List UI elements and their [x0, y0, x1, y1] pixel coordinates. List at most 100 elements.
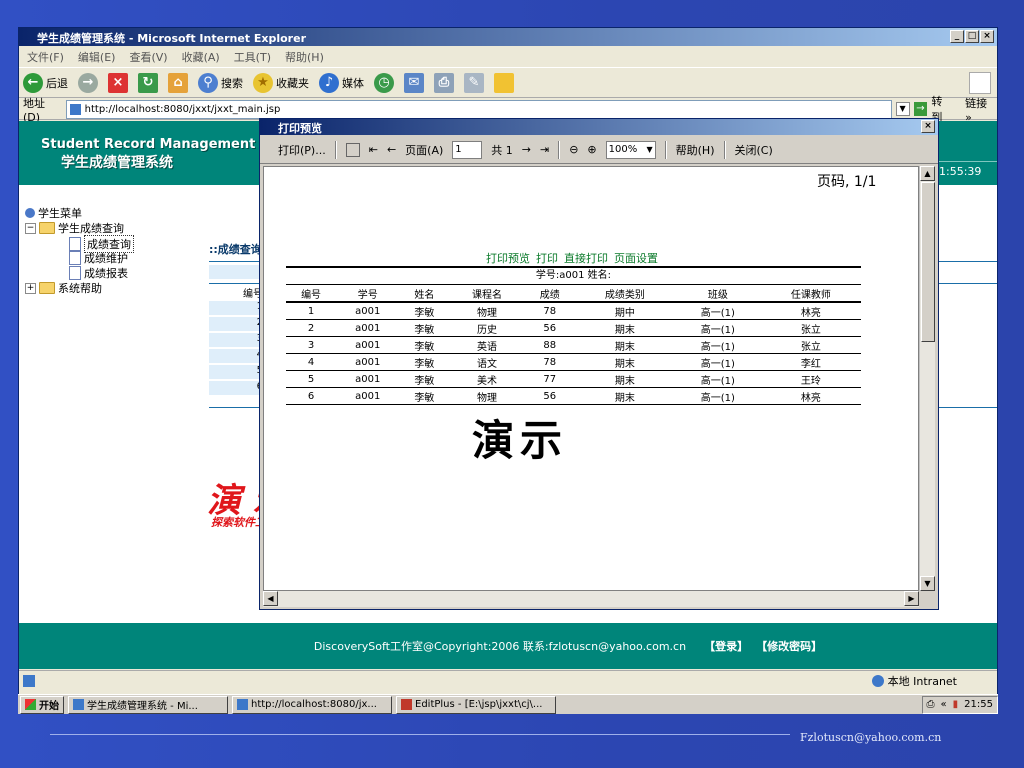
- maximize-button[interactable]: □: [965, 30, 979, 43]
- taskbar: 开始 学生成绩管理系统 - Mi... http://localhost:808…: [18, 694, 998, 714]
- ie-title-bar: 学生成绩管理系统 - Microsoft Internet Explorer _…: [19, 28, 997, 46]
- address-bar: 地址(D) http://localhost:8080/jxxt/jxxt_ma…: [19, 95, 997, 124]
- menu-edit[interactable]: 编辑(E): [78, 49, 116, 66]
- printer-icon[interactable]: ⎙: [927, 699, 935, 710]
- document-icon: [69, 266, 81, 280]
- scroll-left-icon[interactable]: ◀: [263, 591, 278, 606]
- cell: 高一(1): [675, 387, 761, 405]
- cell: 李敏: [399, 302, 450, 320]
- menu-help[interactable]: 帮助(H): [285, 49, 324, 66]
- print-preview-close-icon[interactable]: ×: [921, 120, 935, 133]
- back-button[interactable]: ← 后退: [23, 72, 68, 93]
- print-icon[interactable]: ⎙: [434, 72, 454, 93]
- document-icon: [69, 251, 81, 265]
- horizontal-scrollbar[interactable]: ◀ ▶: [263, 591, 919, 607]
- vertical-scrollbar[interactable]: ▲ ▼: [919, 166, 935, 591]
- tree-group-help[interactable]: + 系统帮助: [25, 280, 102, 296]
- scroll-right-icon[interactable]: ▶: [904, 591, 919, 606]
- table-header-row: 编号 学号 姓名 课程名 成绩 成绩类别 班级 任课教师: [286, 285, 861, 303]
- minimize-button[interactable]: _: [950, 30, 964, 43]
- cell: 英语: [449, 336, 525, 354]
- next-page-icon[interactable]: →: [522, 143, 531, 156]
- table-row: 2 a001 李敏 历史 56 期末 高一(1) 张立: [286, 319, 861, 337]
- forward-button[interactable]: →: [78, 72, 98, 93]
- address-input[interactable]: http://localhost:8080/jxxt/jxxt_main.jsp: [65, 99, 892, 119]
- site-footer: DiscoverySoft工作室@Copyright:2006 联系:fzlot…: [19, 623, 997, 669]
- scroll-thumb[interactable]: [921, 182, 935, 342]
- tree-root[interactable]: 学生菜单: [25, 205, 82, 221]
- sidebar-item-label: 成绩报表: [84, 267, 128, 280]
- print-link[interactable]: 打印: [536, 250, 558, 266]
- collapse-icon[interactable]: −: [25, 222, 36, 234]
- sidebar-item-score-maintain[interactable]: 成绩维护: [69, 250, 128, 266]
- links-button[interactable]: 链接 »: [965, 95, 997, 124]
- page-input[interactable]: 1: [452, 140, 483, 159]
- report-caption: 学号:a001 姓名:: [286, 266, 861, 285]
- start-label: 开始: [39, 701, 59, 712]
- print-preview-window: 打印预览 × 打印(P)... ⇤ ← 页面(A) 1 共 1 → ⇥ ⊖ ⊕ …: [259, 118, 939, 610]
- cell: 期中: [574, 302, 676, 320]
- prev-page-icon[interactable]: ←: [387, 143, 396, 156]
- score-table: 编号 学号 姓名 课程名 成绩 成绩类别 班级 任课教师 1 a001 李敏 物理 78…: [286, 285, 861, 405]
- start-button[interactable]: 开始: [20, 695, 64, 714]
- cell: 张立: [760, 336, 861, 354]
- address-dropdown-icon[interactable]: ▼: [895, 102, 910, 116]
- history-icon[interactable]: ◷: [374, 72, 394, 93]
- column-header: 编号: [286, 285, 337, 303]
- folder-icon[interactable]: [494, 72, 514, 93]
- network-icon[interactable]: ▮: [953, 699, 959, 710]
- help-button[interactable]: 帮助(H): [676, 142, 715, 158]
- edit-icon[interactable]: ✎: [464, 72, 484, 93]
- ime-icon[interactable]: «: [941, 699, 947, 710]
- home-icon[interactable]: ⌂: [168, 72, 188, 93]
- cell: 2: [286, 319, 337, 337]
- print-preview-link[interactable]: 打印预览: [486, 250, 530, 266]
- menu-tools[interactable]: 工具(T): [234, 49, 271, 66]
- scroll-down-icon[interactable]: ▼: [920, 576, 935, 591]
- status-bar: 本地 Intranet: [19, 670, 997, 690]
- menu-view[interactable]: 查看(V): [129, 49, 167, 66]
- page-setup-link[interactable]: 页面设置: [614, 250, 658, 266]
- zoom-select[interactable]: 100% ▼: [605, 140, 656, 159]
- last-page-icon[interactable]: ⇥: [540, 143, 549, 156]
- page-label: 页面(A): [405, 143, 444, 157]
- media-button[interactable]: ♪ 媒体: [319, 72, 364, 93]
- go-arrow-icon[interactable]: →: [913, 102, 928, 116]
- stop-icon[interactable]: ×: [108, 72, 128, 93]
- page-setup-icon[interactable]: [345, 142, 360, 157]
- search-button[interactable]: ⚲ 搜索: [198, 72, 243, 93]
- back-label: 后退: [46, 76, 68, 90]
- editplus-icon: [401, 699, 412, 710]
- menu-favorites[interactable]: 收藏(A): [182, 49, 220, 66]
- zoom-in-icon[interactable]: ⊕: [587, 143, 596, 156]
- task-ie-localhost[interactable]: http://localhost:8080/jx...: [232, 695, 392, 714]
- mail-icon[interactable]: ✉: [404, 72, 424, 93]
- cell: a001: [336, 302, 400, 320]
- login-link[interactable]: 【登录】: [704, 638, 748, 654]
- tree-group-score-query[interactable]: − 学生成绩查询: [25, 220, 124, 236]
- window-controls: _ □ ×: [950, 30, 994, 43]
- refresh-icon[interactable]: ↻: [138, 72, 158, 93]
- change-password-link[interactable]: 【修改密码】: [756, 638, 822, 654]
- address-label: 地址(D): [23, 96, 45, 124]
- first-page-icon[interactable]: ⇤: [369, 143, 378, 156]
- task-ie-main[interactable]: 学生成绩管理系统 - Mi...: [68, 695, 228, 714]
- close-button[interactable]: ×: [980, 30, 994, 43]
- scroll-up-icon[interactable]: ▲: [920, 166, 935, 181]
- direct-print-link[interactable]: 直接打印: [564, 250, 608, 266]
- folder-open-icon: [39, 222, 55, 234]
- close-preview-button[interactable]: 关闭(C): [735, 142, 773, 158]
- slide-divider: [50, 734, 790, 735]
- sidebar-item-score-report[interactable]: 成绩报表: [69, 265, 128, 281]
- cell: 56: [524, 319, 575, 337]
- print-button[interactable]: 打印(P)...: [278, 142, 326, 158]
- page-status-icon: [23, 674, 35, 687]
- cell: 高一(1): [675, 336, 761, 354]
- cell: 56: [524, 387, 575, 405]
- zoom-out-icon[interactable]: ⊖: [569, 143, 578, 156]
- menu-file[interactable]: 文件(F): [27, 49, 64, 66]
- expand-icon[interactable]: +: [25, 282, 36, 294]
- favorites-button[interactable]: ★ 收藏夹: [253, 72, 309, 93]
- task-editplus[interactable]: EditPlus - [E:\jsp\jxxt\cj\...: [396, 695, 556, 714]
- sidebar-tree: 学生菜单 − 学生成绩查询 成绩查询 成绩维护 成绩报表 + 系统帮助: [19, 185, 179, 605]
